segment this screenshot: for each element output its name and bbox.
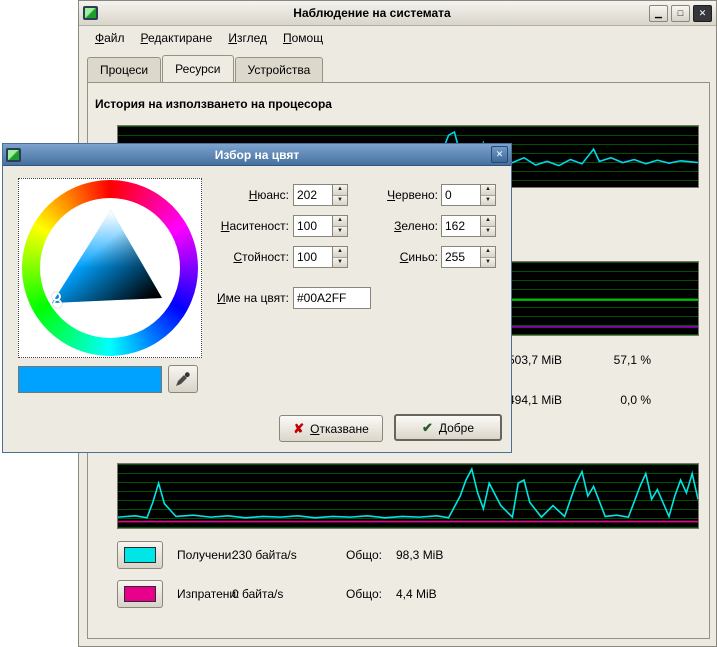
blue-spinner[interactable]: ▲▼ — [481, 246, 496, 268]
app-icon — [83, 6, 98, 20]
tab-processes[interactable]: Процеси — [87, 57, 161, 82]
close-button[interactable]: ✕ — [693, 5, 712, 22]
red-input[interactable] — [441, 184, 481, 206]
menu-help[interactable]: Помощ — [275, 28, 331, 48]
tab-strip: Процеси Ресурси Устройства — [87, 57, 324, 82]
value-input[interactable] — [293, 246, 333, 268]
spin-down-icon[interactable]: ▼ — [481, 227, 495, 237]
menu-view[interactable]: Изглед — [220, 28, 275, 48]
tab-resources[interactable]: Ресурси — [162, 55, 233, 82]
sv-marker[interactable] — [52, 292, 61, 301]
sent-rate: 0 байта/s — [232, 580, 283, 608]
cancel-button[interactable]: ✘ Отказване — [279, 415, 383, 442]
swap-percent: 0,0 % — [580, 393, 651, 407]
sent-total-label: Общо: — [346, 580, 382, 608]
hue-label: Нюанс: — [153, 188, 289, 202]
color-wheel-area — [18, 178, 202, 358]
received-color-button[interactable] — [117, 541, 163, 569]
received-total-label: Общо: — [346, 541, 382, 569]
dialog-titlebar[interactable]: Избор на цвят ✕ — [3, 144, 511, 166]
spin-down-icon[interactable]: ▼ — [481, 258, 495, 268]
eyedropper-icon — [175, 371, 191, 387]
sent-color-swatch — [124, 586, 156, 602]
menu-file[interactable]: Файл — [87, 28, 133, 48]
blue-label: Синьо: — [333, 250, 438, 264]
spin-up-icon[interactable]: ▲ — [481, 185, 495, 196]
cpu-history-heading: История на използването на процесора — [95, 97, 332, 111]
sent-total: 4,4 MiB — [396, 580, 437, 608]
menubar: Файл Редактиране Изглед Помощ — [79, 26, 716, 50]
network-history-chart — [117, 463, 699, 529]
ok-button-label: Добре — [439, 421, 474, 435]
saturation-label: Наситеност: — [153, 219, 289, 233]
memory-percent: 57,1 % — [580, 353, 651, 367]
green-label: Зелено: — [333, 219, 438, 233]
dialog-title: Избор на цвят — [3, 148, 511, 162]
main-window-titlebar[interactable]: Наблюдение на системата ▁ □ ✕ — [79, 1, 716, 26]
color-preview — [18, 366, 162, 393]
cancel-button-label: Отказване — [310, 422, 369, 436]
color-name-input[interactable] — [293, 287, 371, 309]
green-spinner[interactable]: ▲▼ — [481, 215, 496, 237]
value-label: Стойност: — [153, 250, 289, 264]
ok-button[interactable]: ✔ Добре — [394, 414, 502, 441]
eyedropper-button[interactable] — [168, 365, 198, 393]
green-input[interactable] — [441, 215, 481, 237]
spin-up-icon[interactable]: ▲ — [481, 216, 495, 227]
spin-down-icon[interactable]: ▼ — [481, 196, 495, 206]
red-spinner[interactable]: ▲▼ — [481, 184, 496, 206]
received-rate: 230 байта/s — [232, 541, 297, 569]
spin-up-icon[interactable]: ▲ — [481, 247, 495, 258]
color-name-label: Име на цвят: — [153, 291, 289, 305]
dialog-close-icon[interactable]: ✕ — [491, 146, 508, 163]
minimize-button[interactable]: ▁ — [649, 5, 668, 22]
menu-edit[interactable]: Редактиране — [133, 28, 221, 48]
hue-input[interactable] — [293, 184, 333, 206]
tab-devices[interactable]: Устройства — [235, 57, 324, 82]
ok-icon: ✔ — [422, 420, 433, 436]
received-color-swatch — [124, 547, 156, 563]
maximize-button[interactable]: □ — [671, 5, 690, 22]
received-total: 98,3 MiB — [396, 541, 443, 569]
color-picker-dialog: Избор на цвят ✕ Нюанс: ▲▼ Наситеност: ▲▼… — [2, 143, 512, 453]
blue-input[interactable] — [441, 246, 481, 268]
red-label: Червено: — [333, 188, 438, 202]
sent-label: Изпратени: — [177, 580, 239, 608]
saturation-input[interactable] — [293, 215, 333, 237]
cancel-icon: ✘ — [293, 421, 304, 437]
main-window-title: Наблюдение на системата — [98, 6, 646, 20]
sent-color-button[interactable] — [117, 580, 163, 608]
received-label: Получени: — [177, 541, 235, 569]
